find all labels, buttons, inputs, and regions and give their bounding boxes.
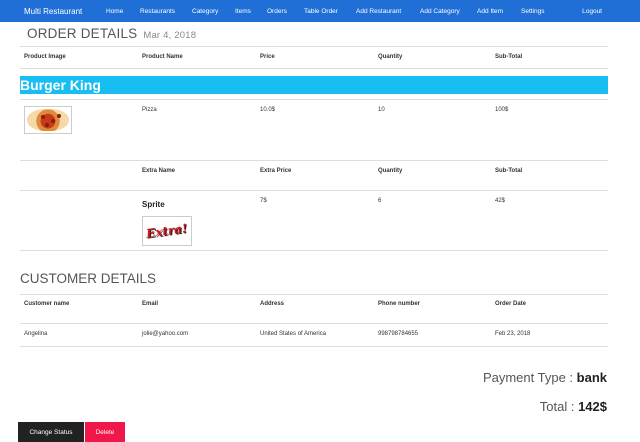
divider: [20, 294, 608, 295]
total-value: 142$: [578, 399, 607, 414]
header-extra-price: Extra Price: [260, 168, 292, 174]
nav-menu: Home Restaurants Category Items Orders T…: [106, 8, 561, 15]
brand-logo[interactable]: Multi Restaurant: [0, 7, 106, 16]
divider: [20, 323, 608, 324]
header-extra-name: Extra Name: [142, 168, 176, 174]
header-order-date: Order Date: [495, 301, 527, 307]
divider: [20, 160, 608, 161]
extra-price: 7$: [260, 198, 267, 204]
divider: [20, 190, 608, 191]
delete-button[interactable]: Delete: [85, 422, 125, 442]
order-total: Total : 142$: [540, 399, 607, 414]
change-status-button[interactable]: Change Status: [18, 422, 84, 442]
logout-link[interactable]: Logout: [582, 0, 602, 22]
payment-type-label: Payment Type :: [482, 370, 577, 385]
header-extra-subtotal: Sub-Total: [495, 168, 523, 174]
header-phone: Phone number: [378, 301, 421, 307]
divider: [20, 346, 608, 347]
header-product-image: Product Image: [24, 54, 66, 60]
nav-add-item[interactable]: Add Item: [477, 8, 521, 15]
nav-items[interactable]: Items: [235, 8, 267, 15]
nav-settings[interactable]: Settings: [521, 8, 561, 15]
product-quantity: 10: [378, 107, 385, 113]
product-price: 10.0$: [260, 107, 276, 113]
divider: [20, 68, 608, 69]
nav-restaurants[interactable]: Restaurants: [140, 8, 192, 15]
extra-name: Sprite: [142, 200, 165, 209]
customer-phone: 998798784655: [378, 331, 419, 337]
header-address: Address: [260, 301, 285, 307]
extra-quantity: 6: [378, 198, 382, 204]
divider: [20, 99, 608, 100]
order-details-title: ORDER DETAILS Mar 4, 2018: [27, 26, 196, 41]
product-subtotal: 100$: [495, 107, 509, 113]
header-price: Price: [260, 54, 275, 60]
nav-add-restaurant[interactable]: Add Restaurant: [356, 8, 420, 15]
nav-category[interactable]: Category: [192, 8, 235, 15]
order-date: Mar 4, 2018: [143, 30, 197, 41]
customer-order-date: Feb 23, 2018: [495, 331, 531, 337]
payment-type: Payment Type : bank: [483, 370, 607, 385]
customer-email: jolie@yahoo.com: [142, 331, 189, 337]
header-product-name: Product Name: [142, 54, 183, 60]
order-details-heading: ORDER DETAILS: [27, 26, 138, 41]
divider: [20, 46, 608, 47]
header-email: Email: [142, 301, 159, 307]
extra-logo: Extra!: [145, 221, 189, 241]
nav-add-category[interactable]: Add Category: [420, 8, 477, 15]
nav-home[interactable]: Home: [106, 8, 140, 15]
nav-orders[interactable]: Orders: [267, 8, 304, 15]
top-navbar: Multi Restaurant Home Restaurants Catego…: [0, 0, 640, 22]
header-customer-name: Customer name: [24, 301, 70, 307]
nav-table-order[interactable]: Table Order: [304, 8, 356, 15]
extra-subtotal: 42$: [495, 198, 506, 204]
header-subtotal: Sub-Total: [495, 54, 523, 60]
customer-address: United States of America: [260, 331, 327, 337]
restaurant-banner: Burger King: [20, 76, 608, 94]
pizza-image: [24, 106, 72, 134]
customer-details-title: CUSTOMER DETAILS: [20, 271, 157, 286]
restaurant-name: Burger King: [20, 77, 101, 93]
product-name: Pizza: [142, 107, 157, 113]
customer-name: Angelina: [24, 331, 48, 337]
payment-type-value: bank: [576, 370, 607, 385]
total-label: Total :: [539, 399, 579, 414]
header-extra-quantity: Quantity: [378, 168, 403, 174]
divider: [20, 250, 608, 251]
extra-image: Extra!: [142, 216, 192, 246]
pizza-photo: [27, 109, 69, 131]
header-quantity: Quantity: [378, 54, 403, 60]
